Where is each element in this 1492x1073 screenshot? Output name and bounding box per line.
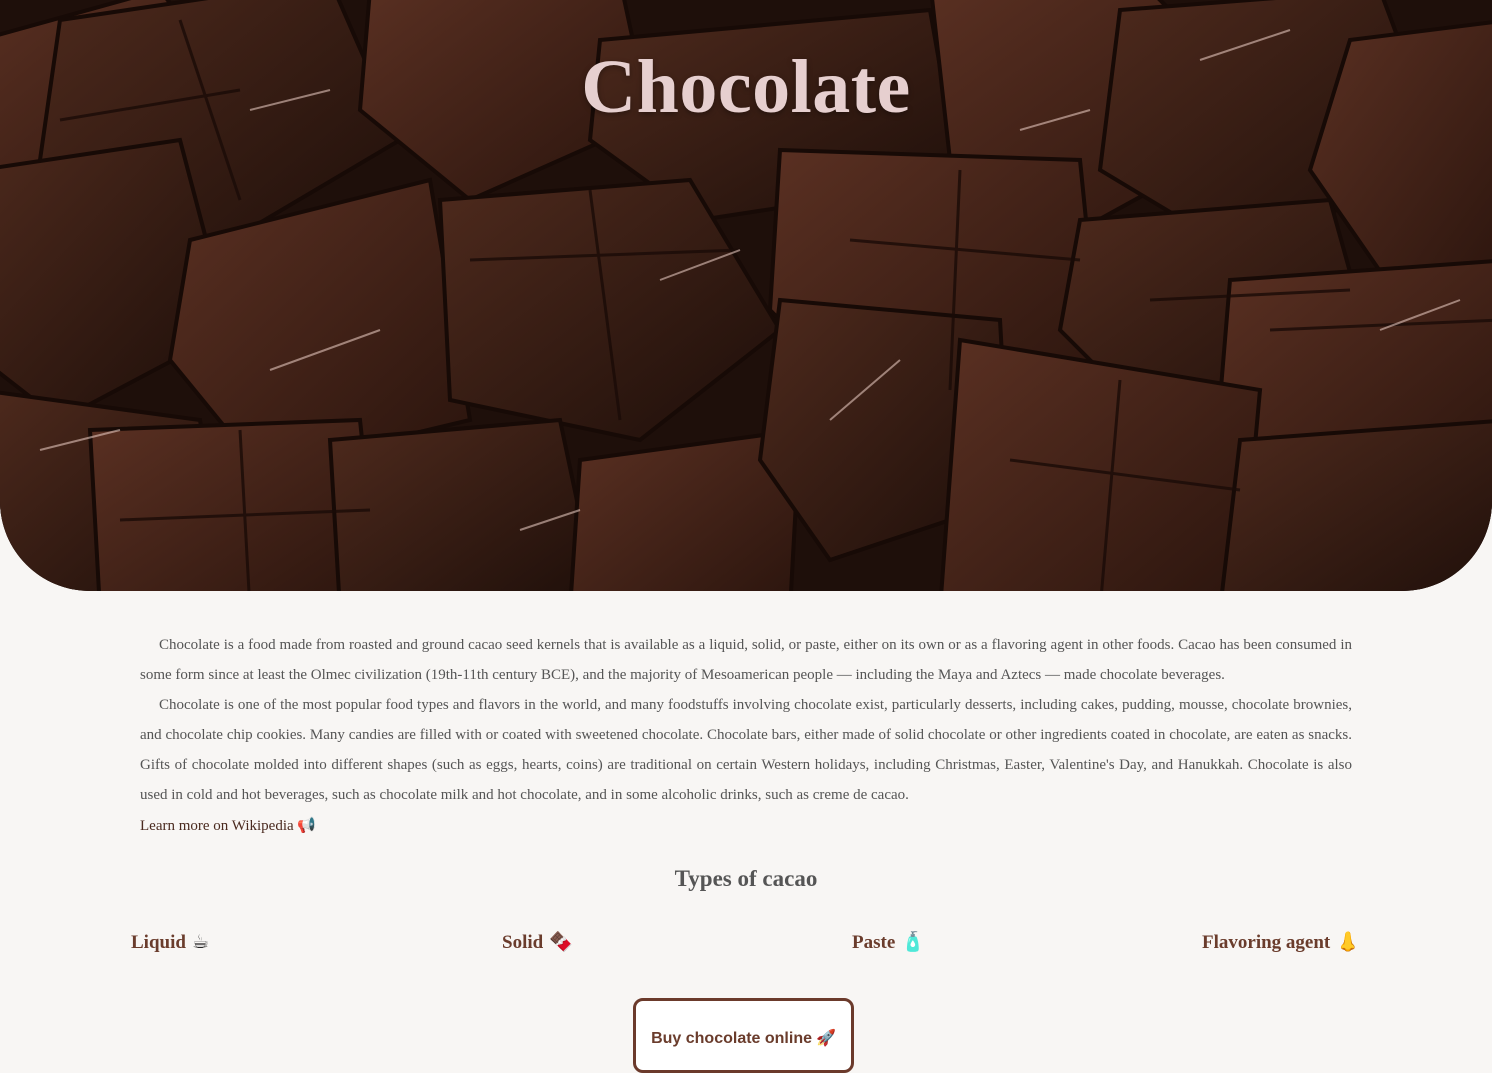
type-label: Liquid (131, 932, 186, 953)
types-list: Liquid ☕ Solid 🍫 Paste 🧴 Flavoring agent 👃 (0, 928, 1492, 958)
rocket-icon: 🚀 (816, 1028, 836, 1047)
type-label: Solid (502, 932, 544, 953)
types-heading: Types of cacao (674, 866, 818, 891)
type-item-flavoring-agent: Flavoring agent 👃 (1202, 928, 1360, 957)
buy-chocolate-button[interactable]: Buy chocolate online 🚀 (633, 998, 854, 1073)
hot-beverage-icon: ☕ (191, 931, 209, 953)
megaphone-icon: 📢 (297, 816, 317, 834)
wikipedia-link-label: Learn more on Wikipedia (140, 818, 294, 834)
type-item-paste: Paste 🧴 (852, 928, 925, 957)
type-label: Paste (852, 932, 896, 953)
intro-paragraph-2: Chocolate is one of the most popular foo… (140, 697, 1352, 803)
wikipedia-link[interactable]: Learn more on Wikipedia 📢 (140, 810, 316, 841)
type-item-solid: Solid 🍫 (502, 928, 573, 957)
intro-paragraph-1: Chocolate is a food made from roasted an… (140, 637, 1352, 683)
nose-icon: 👃 (1336, 931, 1360, 953)
chocolate-bar-icon: 🍫 (549, 931, 573, 953)
jar-icon: 🧴 (901, 931, 925, 953)
buy-button-label: Buy chocolate online (651, 1030, 812, 1047)
type-label: Flavoring agent (1202, 932, 1331, 953)
intro-section: Chocolate is a food made from roasted an… (140, 630, 1352, 841)
page-title: Chocolate (581, 45, 911, 129)
type-item-liquid: Liquid ☕ (131, 928, 209, 957)
hero-banner: Chocolate (0, 0, 1492, 591)
